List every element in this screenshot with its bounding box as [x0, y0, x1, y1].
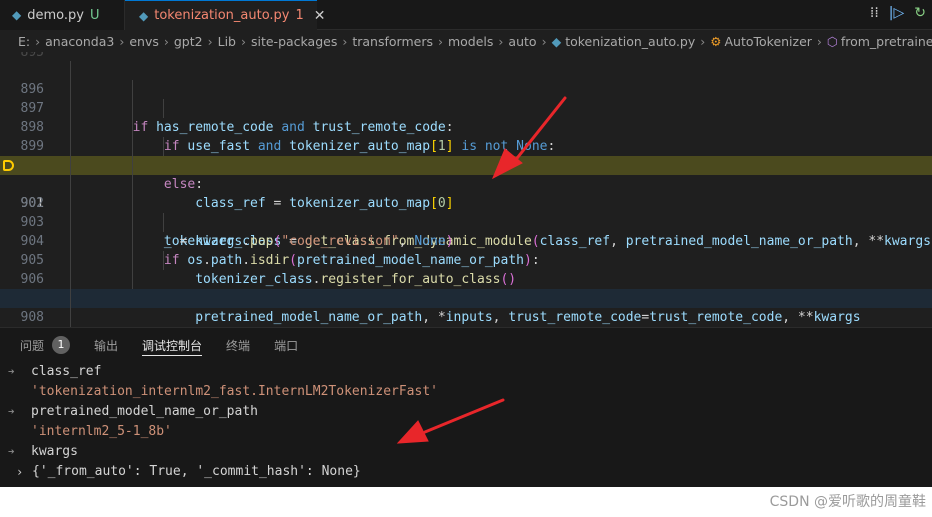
chevron-right-icon: ›: [119, 33, 125, 49]
git-status-badge: U: [89, 7, 100, 23]
current-debug-line: 901 tokenizer_class = get_class_from_dyn…: [0, 156, 932, 249]
input-arrow-icon: ➔: [8, 445, 15, 458]
debug-console-output: ➔ class_ref 'tokenization_internlm2_fast.…: [0, 362, 932, 482]
chevron-right-icon: ›: [342, 33, 348, 49]
debug-stack-frame-icon[interactable]: [3, 160, 14, 171]
python-file-icon: ◆: [551, 33, 562, 49]
tab-ports[interactable]: 端口: [274, 328, 298, 362]
console-object-line[interactable]: › {'_from_auto': True, '_commit_hash': No…: [0, 462, 932, 482]
tab-label: 输出: [94, 338, 119, 353]
breadcrumb-item[interactable]: transformers: [352, 34, 433, 49]
chevron-right-icon: ›: [437, 33, 443, 49]
breadcrumb-item[interactable]: AutoTokenizer: [724, 34, 811, 49]
code-line: 899 else:: [0, 118, 932, 192]
console-text: {'_from_auto': True, '_commit_hash': Non…: [32, 464, 361, 479]
method-symbol-icon: ⬡: [826, 33, 838, 49]
chevron-right-icon: ›: [700, 33, 706, 49]
breadcrumb-item[interactable]: E:: [18, 34, 30, 49]
console-input-line: ➔ class_ref: [0, 362, 932, 382]
breadcrumb-item[interactable]: anaconda3: [45, 34, 114, 49]
console-text: 'internlm2_5-1_8b': [31, 424, 172, 439]
tab-label: tokenization_auto.py: [154, 8, 290, 23]
code-line: 904 tokenizer_class.register_for_auto_cl…: [0, 213, 932, 287]
class-symbol-icon: ⚙: [710, 33, 722, 49]
breadcrumb-item[interactable]: Lib: [218, 34, 236, 49]
tab-problems[interactable]: 问题 1: [20, 328, 71, 362]
code-line: 906 pretrained_model_name_or_path, *inpu…: [0, 251, 932, 325]
breadcrumb-item[interactable]: site-packages: [251, 34, 337, 49]
tab-tokenization-auto-py[interactable]: ◆ tokenization_auto.py 1 ✕: [125, 0, 326, 30]
breadcrumb-item[interactable]: tokenization_auto.py: [565, 34, 695, 49]
problem-count-badge: 1: [295, 8, 304, 23]
chevron-right-icon: ›: [207, 33, 213, 49]
code-line: 898 class_ref = tokenizer_auto_map[1]: [0, 99, 932, 173]
input-arrow-icon: ➔: [8, 405, 15, 418]
editor-actions: ⁞⁞ |▷ ↻: [870, 5, 926, 21]
chevron-right-icon: ›: [816, 33, 822, 49]
console-input-line: ➔ pretrained_model_name_or_path: [0, 402, 932, 422]
code-line: 908 › elif config_tokenizer_class is not…: [0, 289, 932, 325]
tab-output[interactable]: 输出: [94, 328, 118, 362]
breadcrumb-item[interactable]: gpt2: [174, 34, 203, 49]
image-footer: CSDN @爱听歌的周童鞋: [0, 487, 932, 517]
chevron-right-icon: ›: [35, 33, 41, 49]
console-input-line: ➔ kwargs: [0, 442, 932, 462]
python-file-icon: ◆: [139, 8, 149, 23]
tab-terminal[interactable]: 终端: [226, 328, 250, 362]
editor-tab-bar: ◆ demo.py U ◆ tokenization_auto.py 1 ✕ ⁞…: [0, 0, 932, 30]
tab-label: 终端: [226, 338, 251, 353]
console-output-line: 'tokenization_internlm2_fast.InternLM2To…: [0, 382, 932, 402]
watermark: CSDN @爱听歌的周童鞋: [769, 494, 926, 510]
tab-label: demo.py: [27, 7, 84, 23]
debug-drag-handle-icon[interactable]: ⁞⁞: [870, 5, 879, 21]
chevron-right-icon: ›: [240, 33, 246, 49]
console-text: 'tokenization_internlm2_fast.InternLM2To…: [31, 384, 438, 399]
breadcrumb: E: › anaconda3 › envs › gpt2 › Lib › site-pac…: [0, 30, 932, 52]
code-editor[interactable]: 895 896 if has_remote_code and trust_rem…: [0, 52, 932, 327]
chevron-right-icon: ›: [541, 33, 547, 49]
tab-label: 问题: [20, 338, 45, 353]
python-file-icon: ◆: [12, 8, 22, 22]
code-line: 897 if use_fast and tokenizer_auto_map[1…: [0, 80, 932, 154]
code-line: 921: [0, 308, 932, 327]
panel-tab-bar: 问题 1 输出 调试控制台 终端 端口: [0, 328, 322, 362]
tab-label: 调试控制台: [142, 338, 203, 353]
close-tab-icon[interactable]: ✕: [314, 8, 326, 24]
continue-icon[interactable]: |▷: [889, 5, 904, 21]
console-text: kwargs: [31, 444, 78, 459]
tab-label: 端口: [274, 338, 299, 353]
chevron-right-icon: ›: [498, 33, 504, 49]
breadcrumb-item[interactable]: auto: [508, 34, 536, 49]
breadcrumb-item[interactable]: models: [448, 34, 493, 49]
console-text: class_ref: [31, 364, 102, 379]
code-line: 905 return tokenizer_class.from_pretrain…: [0, 232, 932, 306]
tab-demo-py[interactable]: ◆ demo.py U: [0, 0, 125, 30]
code-line: 900 class_ref = tokenizer_auto_map[0]: [0, 137, 932, 211]
bottom-panel: 问题 1 输出 调试控制台 终端 端口 ➔ class_ref 'tokenizat…: [0, 327, 932, 487]
console-output-line: 'internlm2_5-1_8b': [0, 422, 932, 442]
problem-count-badge: 1: [52, 336, 71, 354]
input-arrow-icon: ➔: [8, 365, 15, 378]
restart-icon[interactable]: ↻: [914, 5, 926, 21]
code-line: 903 if os.path.isdir(pretrained_model_na…: [0, 194, 932, 268]
console-text: pretrained_model_name_or_path: [31, 404, 258, 419]
chevron-right-icon: ›: [163, 33, 169, 49]
tab-debug-console[interactable]: 调试控制台: [142, 328, 203, 362]
breadcrumb-item[interactable]: from_pretrained: [841, 34, 932, 49]
code-line: 902 _ = kwargs.pop("code_revision", None…: [0, 175, 932, 249]
expand-chevron-icon[interactable]: ›: [16, 462, 23, 482]
breadcrumb-item[interactable]: envs: [129, 34, 159, 49]
code-line: 907 ): [0, 270, 932, 306]
code-line: 896 if has_remote_code and trust_remote_…: [0, 61, 932, 135]
